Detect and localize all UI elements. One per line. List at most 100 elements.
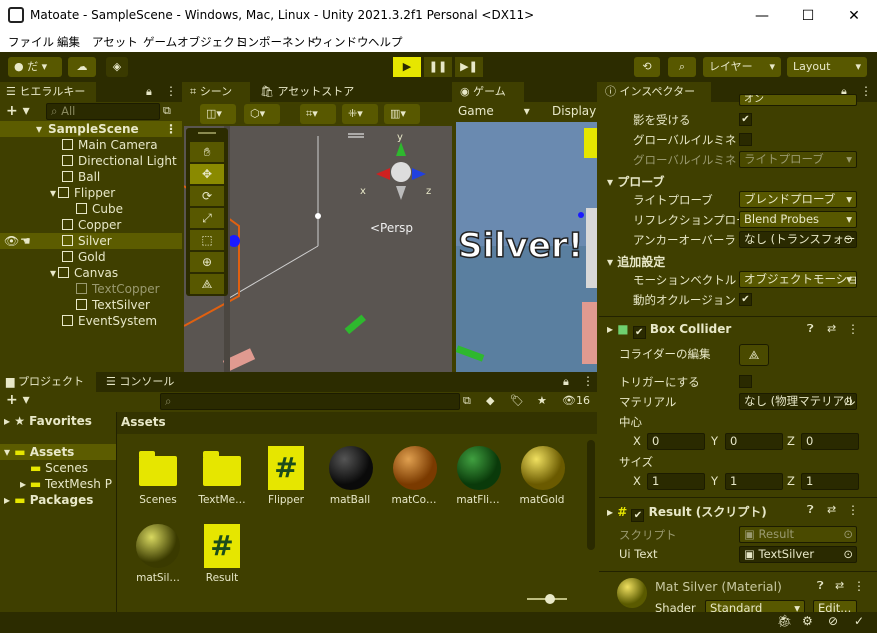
- material-silver-icon[interactable]: [136, 524, 180, 568]
- anchor-override-field[interactable]: なし (トランスフォーム ⊙: [739, 231, 857, 248]
- tree-favorites[interactable]: ▸ ★ Favorites: [4, 413, 92, 429]
- menu-assets[interactable]: アセット: [92, 34, 138, 50]
- help-icon[interactable]: ❓︎: [807, 322, 814, 336]
- transform-tool-icon[interactable]: ⊕: [190, 252, 224, 272]
- maximize-button[interactable]: ☐: [785, 0, 831, 32]
- pause-button[interactable]: ❚❚: [424, 57, 452, 77]
- layers-dropdown[interactable]: レイヤー ▾: [703, 57, 781, 77]
- progress-check-icon[interactable]: ✓: [854, 614, 864, 628]
- probes-section-header[interactable]: ▾ プローブ: [607, 173, 664, 190]
- snap-dropdown[interactable]: ⁜▾: [342, 104, 378, 124]
- light-probes-dropdown[interactable]: ブレンドプローブ ▾: [739, 191, 857, 208]
- folder-icon[interactable]: [139, 451, 177, 486]
- game-view-dropdown[interactable]: Game ▾: [458, 104, 530, 118]
- hierarchy-search-input[interactable]: ⌕ All: [46, 103, 160, 120]
- size-x-field[interactable]: 1: [647, 473, 705, 490]
- menu-edit[interactable]: 編集: [57, 34, 80, 50]
- search-icon[interactable]: ⌕: [668, 57, 696, 77]
- layout-dropdown[interactable]: Layout ▾: [787, 57, 867, 77]
- shader-dropdown[interactable]: Standard ▾: [705, 600, 805, 612]
- hierarchy-item-silver[interactable]: 👁︎ ☚ Silver: [0, 233, 182, 249]
- hierarchy-item-cube[interactable]: Cube: [76, 201, 123, 217]
- tab-console[interactable]: ☰ コンソール: [100, 372, 180, 392]
- tab-asset-store[interactable]: 🛍︎ アセットストア: [254, 82, 364, 102]
- kebab-menu-icon[interactable]: ⋮: [860, 84, 872, 98]
- object-picker-icon[interactable]: ⊙: [843, 394, 853, 409]
- hierarchy-item-canvas[interactable]: ▾ Canvas: [50, 265, 118, 281]
- material-ball-icon[interactable]: [329, 446, 373, 490]
- hierarchy-item-directional-light[interactable]: Directional Light: [62, 153, 177, 169]
- visibility-eye-icon[interactable]: 👁︎: [4, 233, 19, 249]
- material-copper-icon[interactable]: [393, 446, 437, 490]
- ui-text-field[interactable]: ▣ TextSilver ⊙: [739, 546, 857, 563]
- menu-file[interactable]: ファイル: [8, 34, 54, 50]
- component-menu-icon[interactable]: ⋮: [847, 322, 859, 336]
- preset-icon[interactable]: ⇄: [835, 579, 844, 592]
- label-filter-icon[interactable]: 🏷︎: [510, 394, 524, 407]
- hierarchy-item-eventsystem[interactable]: EventSystem: [62, 313, 157, 329]
- center-y-field[interactable]: 0: [725, 433, 783, 450]
- add-button[interactable]: + ▾: [6, 103, 30, 119]
- custom-tool-icon[interactable]: ⟁: [190, 274, 224, 294]
- lock-icon[interactable]: 🔒︎: [146, 85, 152, 99]
- tree-textmesh[interactable]: ▸ ▬ TextMesh P: [20, 476, 112, 492]
- preset-icon[interactable]: ⇄: [827, 503, 836, 516]
- search-filter-icon[interactable]: ⧉: [463, 394, 471, 408]
- debug-off-icon[interactable]: ⊘: [828, 614, 838, 628]
- box-collider-header[interactable]: ▸ ■ ✔ Box Collider: [607, 322, 731, 339]
- slider-thumb[interactable]: [545, 594, 555, 604]
- create-button[interactable]: + ▾: [6, 392, 30, 408]
- tree-packages[interactable]: ▸ ▬ Packages: [4, 492, 93, 508]
- collab-icon[interactable]: ◈: [106, 57, 128, 77]
- motion-vectors-dropdown[interactable]: オブジェクトモーション▾: [739, 271, 857, 288]
- size-z-field[interactable]: 1: [801, 473, 859, 490]
- folder-icon[interactable]: [203, 451, 241, 486]
- tree-assets[interactable]: ▾ ▬ Assets: [0, 444, 116, 460]
- rect-tool-icon[interactable]: ⬚: [190, 230, 224, 250]
- hierarchy-item-flipper[interactable]: ▾ Flipper: [50, 185, 115, 201]
- menu-help[interactable]: ヘルプ: [368, 34, 403, 50]
- bug-icon[interactable]: 🐞︎: [777, 614, 792, 628]
- menu-window[interactable]: ウィンドウ: [311, 34, 369, 50]
- preset-icon[interactable]: ⇄: [827, 322, 836, 335]
- object-picker-icon[interactable]: ⊙: [843, 547, 853, 562]
- close-button[interactable]: ✕: [831, 0, 877, 32]
- result-script-header[interactable]: ▸ # ✔ Result (スクリプト): [607, 503, 767, 522]
- edit-collider-button[interactable]: ⟁: [739, 344, 769, 366]
- assets-scrollbar[interactable]: [587, 440, 595, 550]
- hierarchy-item-textcopper[interactable]: TextCopper: [76, 281, 160, 297]
- result-enabled-checkbox[interactable]: ✔: [631, 509, 645, 522]
- bug-settings-icon[interactable]: ⚙: [802, 614, 813, 628]
- step-button[interactable]: ▶❚: [455, 57, 483, 77]
- cast-shadows-dropdown[interactable]: オン: [739, 94, 857, 106]
- tab-scene[interactable]: ⌗ シーン: [184, 82, 250, 102]
- tab-inspector[interactable]: ⓘ インスペクター: [599, 82, 711, 102]
- component-menu-icon[interactable]: ⋮: [847, 503, 859, 517]
- hidden-count[interactable]: 👁︎16: [562, 394, 590, 407]
- is-trigger-checkbox[interactable]: [739, 375, 752, 388]
- csharp-script-icon[interactable]: #: [204, 524, 240, 568]
- gi-checkbox[interactable]: [739, 133, 752, 146]
- material-gold-icon[interactable]: [521, 446, 565, 490]
- hierarchy-item-main-camera[interactable]: Main Camera: [62, 137, 158, 153]
- kebab-menu-icon[interactable]: ⋮: [165, 84, 177, 98]
- cloud-icon[interactable]: ☁: [68, 57, 96, 77]
- help-icon[interactable]: ❓︎: [817, 579, 824, 593]
- menu-gameobject[interactable]: ゲームオブジェクト: [143, 34, 246, 50]
- help-icon[interactable]: ❓︎: [807, 503, 814, 517]
- hierarchy-item-copper[interactable]: Copper: [62, 217, 121, 233]
- draw-mode-dropdown[interactable]: ◫▾: [200, 104, 236, 124]
- game-viewport[interactable]: Silver!: [456, 122, 597, 372]
- tree-scenes[interactable]: ▬ Scenes: [30, 460, 88, 476]
- kebab-menu-icon[interactable]: ⋮: [165, 121, 177, 137]
- additional-settings-header[interactable]: ▾ 追加設定: [607, 253, 665, 270]
- rotate-tool-icon[interactable]: ⟳: [190, 186, 224, 206]
- reflection-probes-dropdown[interactable]: Blend Probes ▾: [739, 211, 857, 228]
- size-y-field[interactable]: 1: [725, 473, 783, 490]
- tab-project[interactable]: ▆ プロジェクト: [0, 372, 96, 392]
- shader-edit-button[interactable]: Edit...: [813, 600, 857, 612]
- increment-dropdown[interactable]: ▥▾: [384, 104, 420, 124]
- play-button[interactable]: ▶: [393, 57, 421, 77]
- projection-label[interactable]: <Persp: [370, 221, 413, 235]
- favorite-star-icon[interactable]: ★: [537, 394, 547, 407]
